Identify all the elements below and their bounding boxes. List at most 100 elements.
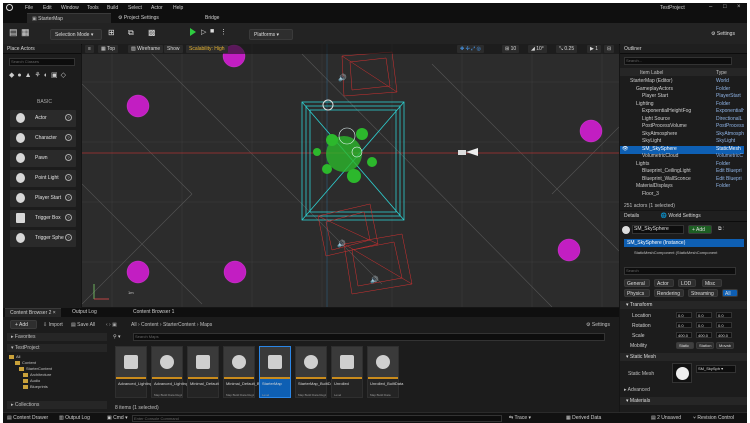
help-icon[interactable]: ? — [65, 114, 72, 121]
angle-snap[interactable]: ◢ 10° — [528, 45, 547, 53]
wireframe-button[interactable]: ▧ Wireframe — [128, 45, 164, 53]
tab-content-browser-2[interactable]: Content Browser 2 × — [5, 308, 61, 317]
actor-item-character[interactable]: Character? — [10, 130, 76, 147]
actor-name-input[interactable]: SM_SkySphere — [632, 225, 684, 234]
import-button[interactable]: ⇩ Import — [43, 322, 63, 328]
level-viewport[interactable]: 🔊 🔊 🔊 ≡ ▦ Top ▧ Wireframe Show Scalability… — [82, 44, 619, 307]
menu-edit[interactable]: Edit — [43, 5, 52, 11]
help-icon[interactable]: ? — [65, 134, 72, 141]
asset-tile[interactable]: Minimal_Default — [187, 346, 219, 398]
mobility-static[interactable]: Static — [676, 342, 694, 349]
menu-actor[interactable]: Actor — [151, 5, 163, 11]
category-icons[interactable]: ◆●▲⚘◐▣◇ — [9, 71, 69, 79]
location-x[interactable]: 0.0 — [676, 312, 692, 318]
tab-content-browser-1[interactable]: Content Browser 1 — [128, 308, 179, 317]
scale-y[interactable]: 400.0 — [696, 332, 712, 338]
rotation-z[interactable]: 0.0 — [716, 322, 732, 328]
collections-section[interactable]: ▸ Collections — [7, 401, 107, 409]
tab-details[interactable]: Details — [624, 213, 639, 219]
mesh-thumbnail[interactable] — [672, 363, 692, 383]
mobility-stationary[interactable]: Station — [696, 342, 714, 349]
history-nav[interactable]: ‹ › ▣ — [106, 322, 117, 328]
scalability-button[interactable]: Scalability: High — [186, 45, 228, 53]
actor-item-actor[interactable]: Actor? — [10, 110, 76, 127]
help-icon[interactable]: ? — [65, 214, 72, 221]
filter-rendering[interactable]: Rendering — [654, 289, 684, 297]
add-content-icon[interactable]: ⊞ — [108, 28, 115, 37]
filter-all[interactable]: All — [722, 289, 738, 297]
details-search-input[interactable]: Search — [624, 267, 736, 275]
materials-section[interactable]: ▾ Materials — [620, 397, 747, 405]
static-mesh-dropdown[interactable]: SM_SkySph ▾ — [696, 365, 736, 373]
trace-button[interactable]: ⇆ Trace ▾ — [509, 415, 531, 421]
static-mesh-component-row[interactable]: StaticMeshComponent (StaticMeshComponent — [634, 249, 744, 257]
settings-button[interactable]: ⚙ Settings — [711, 31, 735, 37]
play-icon[interactable] — [190, 28, 196, 36]
help-icon[interactable]: ? — [65, 234, 72, 241]
filter-streaming[interactable]: Streaming — [688, 289, 718, 297]
sequencer-icon[interactable]: ▩ — [148, 28, 156, 37]
transform-tools[interactable]: ✥ ✢ ⤢ ◎ — [457, 45, 484, 53]
asset-tile[interactable]: Unrolled_BuiltData Map Build Data — [367, 346, 403, 398]
asset-tile[interactable]: StarterMap_BuiltData Map Build Data Regis — [295, 346, 336, 398]
cmd-dropdown[interactable]: ▣ Cmd ▾ — [107, 415, 128, 421]
grid-snap[interactable]: ⊞ 10 — [502, 45, 520, 53]
search-classes-input[interactable]: Search Classes — [9, 58, 75, 66]
breadcrumb-startercontent[interactable]: StarterContent — [163, 322, 196, 328]
transform-section[interactable]: ▾ Transform — [620, 301, 747, 309]
col-item-label[interactable]: Item Label — [640, 70, 663, 76]
favorites-section[interactable]: ▸ Favorites — [7, 333, 107, 341]
platforms-dropdown[interactable]: Platforms ▾ — [249, 29, 293, 40]
asset-tile[interactable]: Advanced_Lighting_Built Map Build Data Re… — [151, 346, 198, 398]
outliner-search-input[interactable]: Search... — [624, 57, 732, 65]
mobility-movable[interactable]: Movab — [716, 342, 734, 349]
tab-bridge[interactable]: Bridge — [200, 13, 280, 23]
help-icon[interactable]: ? — [65, 194, 72, 201]
menu-window[interactable]: Window — [61, 5, 79, 11]
step-icon[interactable]: ▷ — [201, 28, 206, 36]
actor-item-trigger-sphere[interactable]: Trigger Sphe? — [10, 230, 76, 247]
project-section[interactable]: ▾ TestProject — [7, 344, 107, 352]
stop-icon[interactable]: ■ — [210, 28, 214, 35]
asset-tile[interactable]: StarterMap Level — [259, 346, 291, 398]
component-instance-row[interactable]: SM_SkySphere (Instance) — [624, 239, 744, 247]
asset-tile[interactable]: Advanced_Lighting — [115, 346, 152, 398]
view-top-button[interactable]: ▦ Top — [98, 45, 119, 53]
help-icon[interactable]: ? — [65, 174, 72, 181]
static-mesh-section[interactable]: ▾ Static Mesh — [620, 353, 747, 361]
breadcrumb-maps[interactable]: Maps — [200, 322, 212, 328]
menu-file[interactable]: File — [25, 5, 33, 11]
blueprint-icon[interactable]: ⧉ — [128, 28, 134, 38]
col-type[interactable]: Type — [716, 70, 727, 76]
menu-select[interactable]: Select — [128, 5, 142, 11]
location-y[interactable]: 0.0 — [696, 312, 712, 318]
actor-item-trigger-box[interactable]: Trigger Box? — [10, 210, 76, 227]
console-command-input[interactable]: Enter Console Command — [132, 415, 502, 422]
rotation-x[interactable]: 0.0 — [676, 322, 692, 328]
tab-startermap[interactable]: ▣ StarterMap — [27, 13, 111, 23]
viewport-menu-icon[interactable]: ≡ — [85, 45, 94, 53]
unsaved-button[interactable]: ▤ 2 Unsaved — [651, 415, 681, 421]
actor-item-pawn[interactable]: Pawn? — [10, 150, 76, 167]
close-icon[interactable]: × — [737, 4, 741, 10]
scale-snap[interactable]: ⤡ 0.25 — [556, 45, 578, 53]
filter-general[interactable]: General — [624, 279, 650, 287]
derived-data-button[interactable]: ▦ Derived Data — [566, 415, 601, 421]
filter-misc[interactable]: Misc — [702, 279, 722, 287]
advanced-expander[interactable]: ▸ Advanced — [624, 387, 650, 393]
breadcrumb-content[interactable]: Content — [141, 322, 159, 328]
menu-build[interactable]: Build — [107, 5, 118, 11]
show-button[interactable]: Show — [164, 45, 183, 53]
outliner-row[interactable]: Floor_3 — [620, 191, 744, 199]
breadcrumb-all[interactable]: All — [131, 322, 137, 328]
asset-tile[interactable]: Unrolled Level — [331, 346, 363, 398]
content-settings-button[interactable]: ⚙ Settings — [586, 322, 610, 328]
folder-icon[interactable]: ▦ — [21, 27, 30, 38]
content-drawer-button[interactable]: ▤ Content Drawer — [7, 415, 48, 421]
filter-icon[interactable]: ⚲ ▾ — [113, 334, 121, 340]
visibility-eye-icon[interactable]: 👁 — [622, 146, 628, 152]
revision-control-button[interactable]: ⑂ Revision Control — [693, 415, 734, 421]
search-maps-input[interactable]: Search Maps — [133, 333, 605, 341]
asset-tile[interactable]: Minimal_Default_Built Map Build Data Regi… — [223, 346, 265, 398]
scale-z[interactable]: 400.0 — [716, 332, 732, 338]
